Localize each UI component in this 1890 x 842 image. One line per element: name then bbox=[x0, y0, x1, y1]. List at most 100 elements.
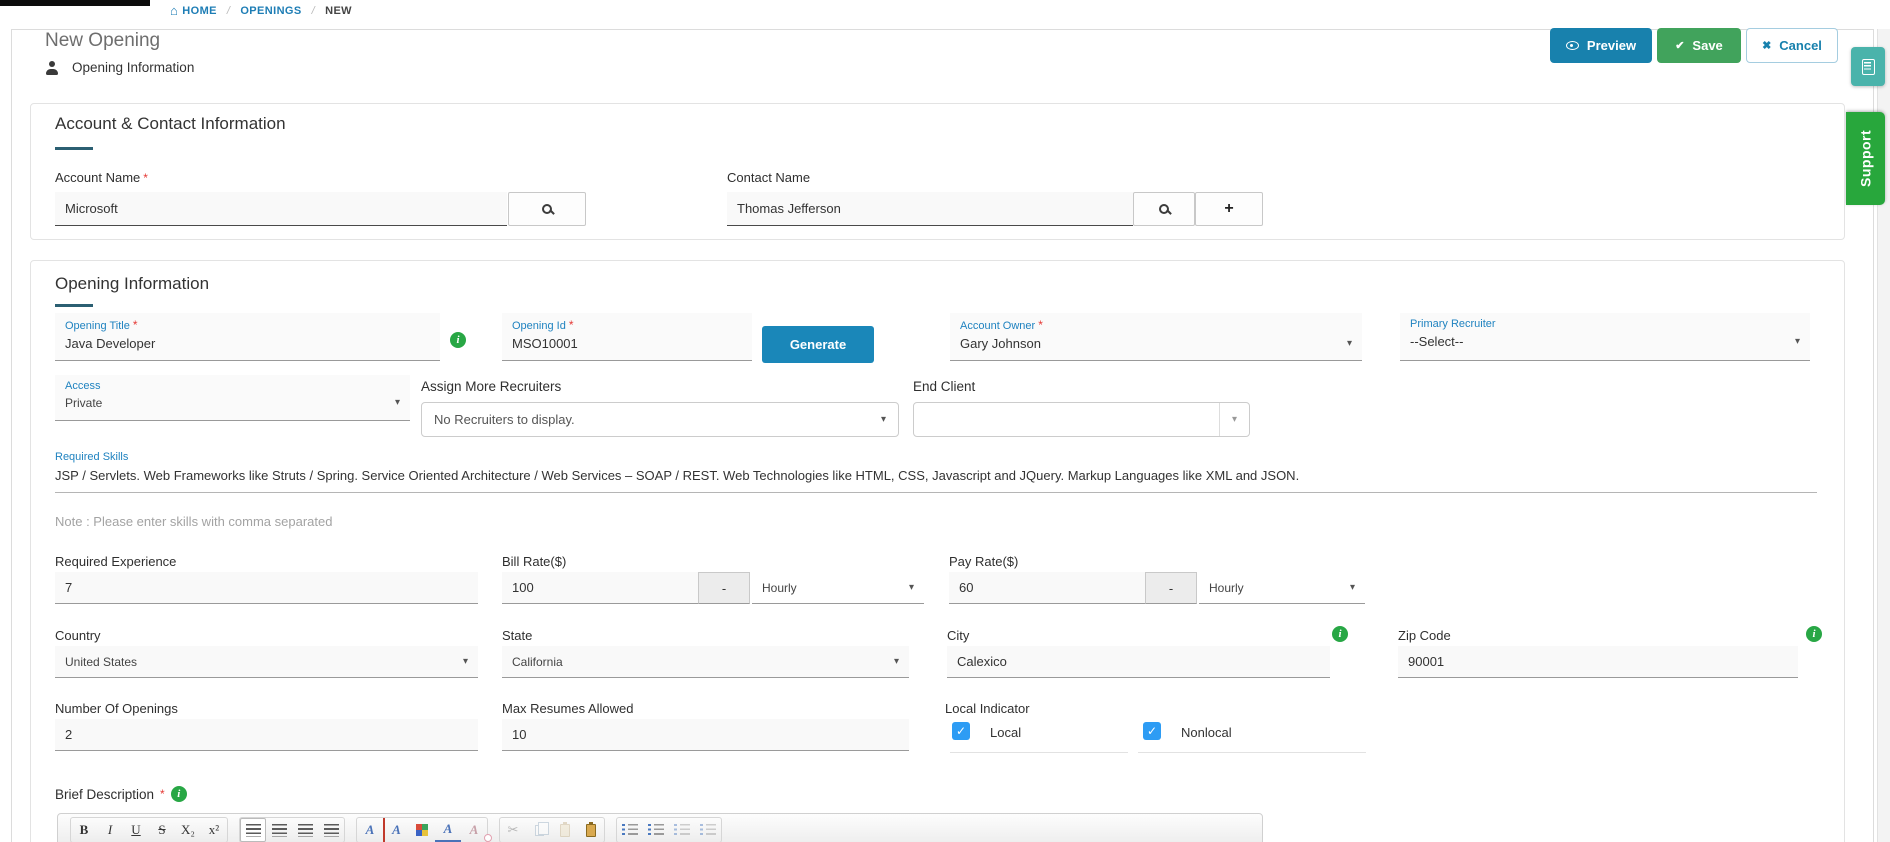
superscript-button[interactable]: x² bbox=[201, 818, 227, 842]
state-value: California bbox=[512, 654, 563, 669]
max-resumes-allowed-input[interactable]: 10 bbox=[502, 719, 909, 751]
access-label: Access bbox=[65, 380, 101, 392]
cut-button[interactable]: ✂ bbox=[500, 818, 526, 842]
underline-color-button[interactable]: A bbox=[435, 818, 461, 842]
account-card-heading: Account & Contact Information bbox=[55, 114, 286, 133]
end-client-dropdown-button[interactable]: ▾ bbox=[1219, 403, 1249, 436]
cancel-button-label: Cancel bbox=[1779, 38, 1822, 53]
support-tab[interactable]: Support bbox=[1846, 112, 1885, 205]
text-color-cursor-button[interactable]: A bbox=[383, 818, 409, 842]
color-palette-icon bbox=[416, 824, 428, 836]
zip-code-input[interactable]: 90001 bbox=[1398, 646, 1798, 678]
country-select[interactable]: United States ▾ bbox=[55, 646, 478, 678]
generate-button[interactable]: Generate bbox=[762, 326, 874, 363]
number-of-openings-input[interactable]: 2 bbox=[55, 719, 478, 751]
alignment-group bbox=[239, 817, 345, 842]
indent-button[interactable] bbox=[695, 818, 721, 842]
breadcrumb-current: NEW bbox=[325, 5, 352, 17]
notes-side-button[interactable] bbox=[1851, 47, 1885, 86]
align-center-button[interactable] bbox=[266, 818, 292, 842]
primary-recruiter-label: Primary Recruiter bbox=[1410, 318, 1496, 330]
local-checkbox-label[interactable]: Local bbox=[990, 725, 1021, 740]
opening-title-info-icon[interactable]: i bbox=[450, 332, 466, 348]
skills-note: Note : Please enter skills with comma se… bbox=[55, 514, 333, 529]
copy-icon bbox=[534, 821, 549, 836]
required-experience-input[interactable]: 7 bbox=[55, 572, 478, 604]
bill-rate-input[interactable]: 100 bbox=[502, 572, 698, 604]
breadcrumb-home-link[interactable]: ⌂ HOME bbox=[170, 4, 217, 17]
unordered-list-button[interactable] bbox=[617, 818, 643, 842]
search-icon bbox=[1159, 204, 1169, 214]
opening-title-field[interactable]: Opening Title * Java Developer bbox=[55, 313, 440, 361]
local-checkbox[interactable]: ✓ bbox=[952, 722, 970, 740]
unordered-list-icon bbox=[622, 824, 638, 836]
access-select[interactable]: Access Private ▾ bbox=[55, 375, 410, 421]
cancel-button[interactable]: ✖ Cancel bbox=[1746, 28, 1838, 63]
pay-rate-unit-value: Hourly bbox=[1209, 580, 1244, 595]
color-palette-button[interactable] bbox=[409, 818, 435, 842]
bill-rate-unit-select[interactable]: Hourly ▾ bbox=[752, 572, 924, 604]
paste-button[interactable] bbox=[552, 818, 578, 842]
align-right-button[interactable] bbox=[292, 818, 318, 842]
pay-rate-input[interactable]: 60 bbox=[949, 572, 1145, 604]
required-asterisk: * bbox=[160, 787, 165, 801]
brief-description-info-icon[interactable]: i bbox=[170, 786, 187, 802]
state-label: State bbox=[502, 628, 533, 643]
nonlocal-checkbox[interactable]: ✓ bbox=[1143, 722, 1161, 740]
remove-color-button[interactable]: A bbox=[461, 818, 492, 842]
primary-recruiter-select[interactable]: Primary Recruiter --Select-- ▾ bbox=[1400, 313, 1810, 361]
breadcrumb-openings-link[interactable]: OPENINGS bbox=[240, 5, 301, 17]
add-contact-button[interactable]: + bbox=[1195, 192, 1263, 226]
breadcrumb-separator: / bbox=[226, 5, 231, 17]
checkmark-icon: ✓ bbox=[955, 724, 967, 738]
contact-name-input[interactable]: Thomas Jefferson bbox=[727, 192, 1133, 226]
copy-button[interactable] bbox=[526, 818, 552, 842]
italic-button[interactable]: I bbox=[97, 818, 123, 842]
preview-button[interactable]: Preview bbox=[1550, 28, 1652, 63]
bold-button[interactable]: B bbox=[71, 818, 97, 842]
nonlocal-checkbox-label[interactable]: Nonlocal bbox=[1181, 725, 1232, 740]
opening-title-label: Opening Title * bbox=[65, 318, 138, 332]
account-name-input[interactable]: Microsoft bbox=[55, 192, 507, 226]
font-color-group: A A A A bbox=[356, 817, 492, 842]
pay-rate-unit-select[interactable]: Hourly ▾ bbox=[1199, 572, 1365, 604]
breadcrumb-separator: / bbox=[311, 5, 316, 17]
align-right-icon bbox=[297, 823, 313, 837]
opening-id-field[interactable]: Opening Id * MSO10001 bbox=[502, 313, 752, 361]
save-button-label: Save bbox=[1692, 38, 1723, 53]
city-info-icon[interactable]: i bbox=[1332, 626, 1348, 642]
new-opening-page: ⌂ HOME / OPENINGS / NEW New Opening Open… bbox=[0, 0, 1890, 842]
chevron-down-icon: ▾ bbox=[462, 655, 468, 667]
bill-rate-label: Bill Rate($) bbox=[502, 554, 567, 569]
heading-accent-bar bbox=[55, 304, 93, 307]
contact-search-button[interactable] bbox=[1133, 192, 1195, 226]
paste-from-word-button[interactable] bbox=[578, 818, 604, 842]
account-owner-label: Account Owner * bbox=[960, 318, 1043, 332]
account-search-button[interactable] bbox=[508, 192, 586, 226]
state-select[interactable]: California ▾ bbox=[502, 646, 909, 678]
save-button[interactable]: ✔ Save bbox=[1657, 28, 1741, 63]
required-skills-value[interactable]: JSP / Servlets. Web Frameworks like Stru… bbox=[55, 468, 1817, 483]
country-value: United States bbox=[65, 654, 138, 669]
text-color-button[interactable]: A bbox=[357, 818, 383, 842]
underline-button[interactable]: U bbox=[123, 818, 149, 842]
zip-code-info-icon[interactable]: i bbox=[1806, 626, 1822, 642]
account-owner-value: Gary Johnson bbox=[960, 336, 1041, 351]
check-icon: ✔ bbox=[1675, 40, 1685, 52]
local-indicator-label: Local Indicator bbox=[945, 701, 1030, 716]
bill-rate-separator: - bbox=[698, 572, 750, 604]
subscript-button[interactable]: X₂ bbox=[175, 818, 201, 842]
city-input[interactable]: Calexico bbox=[947, 646, 1330, 678]
required-experience-label: Required Experience bbox=[55, 554, 177, 569]
strikethrough-button[interactable]: S bbox=[149, 818, 175, 842]
account-owner-select[interactable]: Account Owner * Gary Johnson ▾ bbox=[950, 313, 1362, 361]
ordered-list-button[interactable] bbox=[643, 818, 669, 842]
paste-icon bbox=[560, 821, 570, 837]
assign-more-recruiters-dropdown[interactable]: No Recruiters to display. ▾ bbox=[421, 402, 899, 437]
align-left-button[interactable] bbox=[240, 818, 266, 842]
end-client-combobox[interactable]: ▾ bbox=[913, 402, 1250, 437]
outdent-button[interactable] bbox=[669, 818, 695, 842]
bill-rate-unit-value: Hourly bbox=[762, 580, 797, 595]
align-justify-button[interactable] bbox=[318, 818, 344, 842]
clipboard-group: ✂ bbox=[499, 817, 605, 842]
